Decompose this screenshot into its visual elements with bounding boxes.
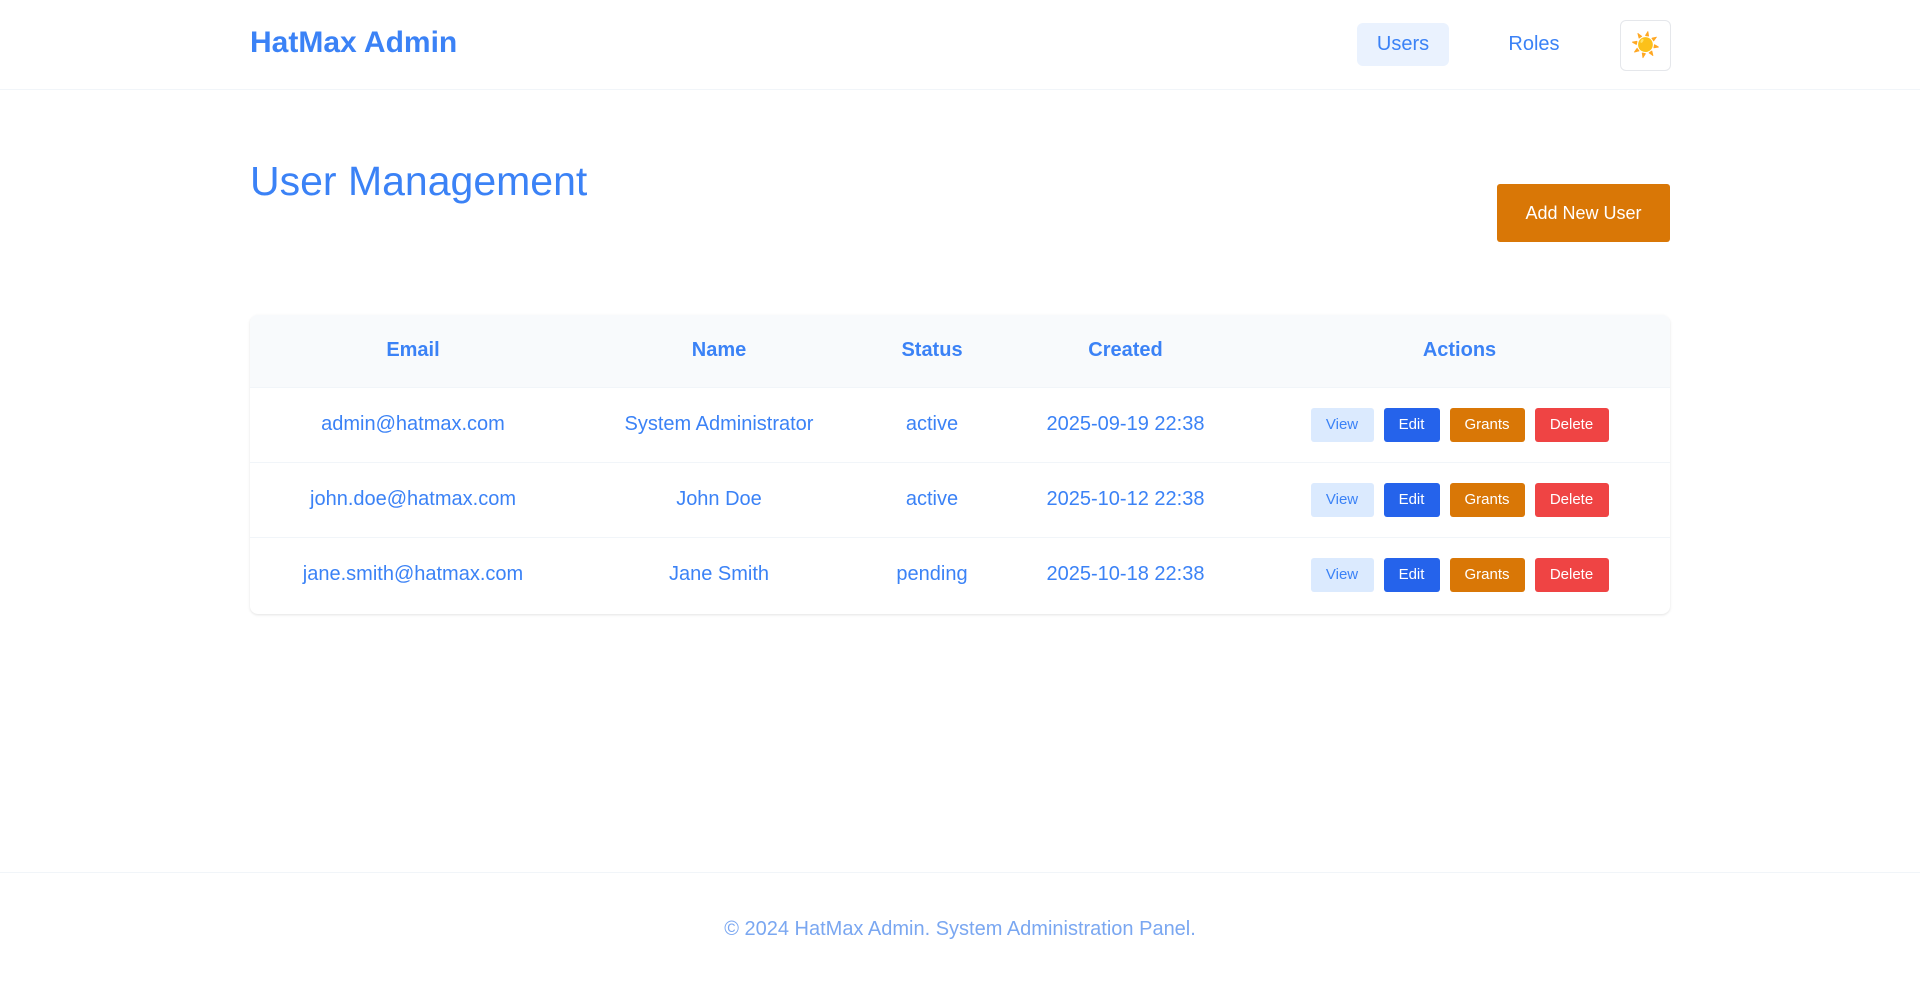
cell-actions: View Edit Grants Delete bbox=[1249, 387, 1670, 462]
add-user-button[interactable]: Add New User bbox=[1497, 184, 1670, 242]
users-table: Email Name Status Created Actions admin@… bbox=[250, 315, 1670, 612]
cell-status: pending bbox=[896, 563, 968, 586]
cell-name: System Administrator bbox=[624, 413, 814, 435]
nav-roles[interactable]: Roles bbox=[1488, 23, 1580, 66]
page-title: User Management bbox=[250, 158, 588, 204]
column-header-created: Created bbox=[1088, 339, 1163, 362]
cell-status: active bbox=[905, 488, 959, 510]
table-row: admin@hatmax.com System Administrator ac… bbox=[250, 387, 1670, 462]
cell-created: 2025-10-18 22:38 bbox=[1046, 563, 1205, 586]
delete-button[interactable]: Delete bbox=[1534, 557, 1609, 592]
users-table-card: Email Name Status Created Actions admin@… bbox=[250, 315, 1670, 614]
nav-users[interactable]: Users bbox=[1357, 23, 1449, 66]
table-row: john.doe@hatmax.com John Doe active 2025… bbox=[250, 462, 1670, 537]
cell-email: john.doe@hatmax.com bbox=[310, 488, 516, 510]
edit-button[interactable]: Edit bbox=[1383, 407, 1440, 442]
footer: © 2024 HatMax Admin. System Administrati… bbox=[0, 872, 1920, 985]
column-header-name: Name bbox=[691, 339, 747, 362]
theme-toggle-button[interactable]: ☀️ bbox=[1620, 20, 1671, 71]
view-button[interactable]: View bbox=[1310, 482, 1374, 517]
delete-button[interactable]: Delete bbox=[1534, 407, 1609, 442]
column-header-email: Email bbox=[386, 339, 440, 362]
sun-icon: ☀️ bbox=[1630, 32, 1661, 59]
cell-created: 2025-10-12 22:38 bbox=[1046, 488, 1205, 510]
column-header-actions: Actions bbox=[1422, 339, 1497, 362]
footer-copyright: © 2024 HatMax Admin. System Administrati… bbox=[724, 918, 1196, 940]
cell-actions: View Edit Grants Delete bbox=[1249, 462, 1670, 537]
cell-name: John Doe bbox=[676, 488, 762, 510]
view-button[interactable]: View bbox=[1310, 557, 1374, 592]
table-header-row: Email Name Status Created Actions bbox=[250, 315, 1670, 387]
table-row: jane.smith@hatmax.com Jane Smith pending… bbox=[250, 537, 1670, 612]
cell-actions: View Edit Grants Delete bbox=[1249, 537, 1670, 612]
column-header-status: Status bbox=[901, 339, 963, 362]
cell-created: 2025-09-19 22:38 bbox=[1046, 413, 1205, 435]
brand-title[interactable]: HatMax Admin bbox=[250, 26, 457, 60]
edit-button[interactable]: Edit bbox=[1383, 557, 1440, 592]
grants-button[interactable]: Grants bbox=[1449, 482, 1525, 517]
grants-button[interactable]: Grants bbox=[1449, 557, 1525, 592]
cell-name: Jane Smith bbox=[668, 563, 770, 586]
grants-button[interactable]: Grants bbox=[1449, 407, 1525, 442]
cell-email: admin@hatmax.com bbox=[321, 413, 505, 435]
edit-button[interactable]: Edit bbox=[1383, 482, 1440, 517]
cell-status: active bbox=[905, 413, 959, 435]
app-header: HatMax Admin Users Roles ☀️ bbox=[0, 0, 1920, 90]
delete-button[interactable]: Delete bbox=[1534, 482, 1609, 517]
view-button[interactable]: View bbox=[1310, 407, 1374, 442]
cell-email: jane.smith@hatmax.com bbox=[302, 563, 524, 586]
